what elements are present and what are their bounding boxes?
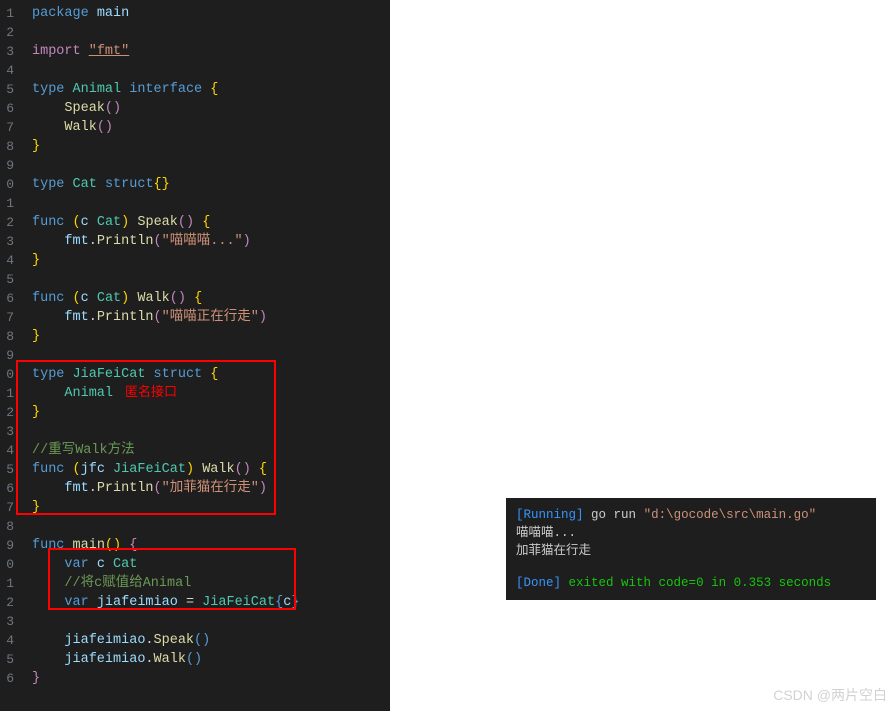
terminal-line: [Done] exited with code=0 in 0.353 secon… xyxy=(516,574,866,592)
code-line: } xyxy=(32,669,390,688)
code-editor-pane: 123456789012345678901234567890123456 pac… xyxy=(0,0,390,711)
line-number: 6 xyxy=(0,289,14,308)
code-line: func (jfc JiaFeiCat) Walk() { xyxy=(32,460,390,479)
terminal-line xyxy=(516,560,866,574)
line-number-gutter: 123456789012345678901234567890123456 xyxy=(0,0,20,711)
code-area[interactable]: package main import "fmt" type Animal in… xyxy=(20,0,390,711)
line-number: 8 xyxy=(0,327,14,346)
code-line: var jiafeimiao = JiaFeiCat{c} xyxy=(32,593,390,612)
line-number: 3 xyxy=(0,612,14,631)
code-line: Speak() xyxy=(32,99,390,118)
line-number: 5 xyxy=(0,650,14,669)
code-line: jiafeimiao.Speak() xyxy=(32,631,390,650)
line-number: 8 xyxy=(0,137,14,156)
terminal-line: 加菲猫在行走 xyxy=(516,542,866,560)
terminal-line: [Running] go run "d:\gocode\src\main.go" xyxy=(516,506,866,524)
code-line xyxy=(32,346,390,365)
line-number: 4 xyxy=(0,61,14,80)
code-line: } xyxy=(32,137,390,156)
code-line xyxy=(32,517,390,536)
code-line: } xyxy=(32,327,390,346)
line-number: 1 xyxy=(0,574,14,593)
terminal-output[interactable]: [Running] go run "d:\gocode\src\main.go"… xyxy=(506,498,876,600)
code-line xyxy=(32,612,390,631)
terminal-line: 喵喵喵... xyxy=(516,524,866,542)
line-number: 6 xyxy=(0,479,14,498)
code-line xyxy=(32,194,390,213)
line-number: 3 xyxy=(0,232,14,251)
line-number: 5 xyxy=(0,460,14,479)
code-line: } xyxy=(32,498,390,517)
code-line: var c Cat xyxy=(32,555,390,574)
line-number: 7 xyxy=(0,498,14,517)
code-line: type Cat struct{} xyxy=(32,175,390,194)
code-line: type Animal interface { xyxy=(32,80,390,99)
code-line: fmt.Println("加菲猫在行走") xyxy=(32,479,390,498)
code-line: jiafeimiao.Walk() xyxy=(32,650,390,669)
output-pane: [Running] go run "d:\gocode\src\main.go"… xyxy=(390,0,895,711)
line-number: 5 xyxy=(0,270,14,289)
line-number: 8 xyxy=(0,517,14,536)
code-line: //重写Walk方法 xyxy=(32,441,390,460)
code-line: fmt.Println("喵喵喵...") xyxy=(32,232,390,251)
line-number: 2 xyxy=(0,213,14,232)
code-line xyxy=(32,156,390,175)
watermark: CSDN @两片空白 xyxy=(773,685,887,705)
code-line: package main xyxy=(32,4,390,23)
line-number: 9 xyxy=(0,346,14,365)
code-line: Animal xyxy=(32,384,390,403)
code-line: type JiaFeiCat struct { xyxy=(32,365,390,384)
annotation-text-anon-interface: 匿名接口 xyxy=(125,382,177,401)
code-line: } xyxy=(32,403,390,422)
code-line xyxy=(32,23,390,42)
line-number: 2 xyxy=(0,23,14,42)
line-number: 4 xyxy=(0,441,14,460)
line-number: 7 xyxy=(0,118,14,137)
line-number: 0 xyxy=(0,555,14,574)
line-number: 0 xyxy=(0,365,14,384)
line-number: 2 xyxy=(0,403,14,422)
line-number: 3 xyxy=(0,422,14,441)
line-number: 4 xyxy=(0,631,14,650)
line-number: 6 xyxy=(0,669,14,688)
line-number: 1 xyxy=(0,384,14,403)
code-line xyxy=(32,422,390,441)
code-line: Walk() xyxy=(32,118,390,137)
code-line: func (c Cat) Speak() { xyxy=(32,213,390,232)
line-number: 4 xyxy=(0,251,14,270)
code-line xyxy=(32,270,390,289)
line-number: 5 xyxy=(0,80,14,99)
line-number: 9 xyxy=(0,156,14,175)
line-number: 9 xyxy=(0,536,14,555)
code-line xyxy=(32,61,390,80)
line-number: 1 xyxy=(0,194,14,213)
code-line: func main() { xyxy=(32,536,390,555)
line-number: 7 xyxy=(0,308,14,327)
line-number: 6 xyxy=(0,99,14,118)
code-line: import "fmt" xyxy=(32,42,390,61)
line-number: 1 xyxy=(0,4,14,23)
code-line: } xyxy=(32,251,390,270)
code-line: fmt.Println("喵喵正在行走") xyxy=(32,308,390,327)
line-number: 2 xyxy=(0,593,14,612)
code-line: //将c赋值给Animal xyxy=(32,574,390,593)
line-number: 3 xyxy=(0,42,14,61)
code-line: func (c Cat) Walk() { xyxy=(32,289,390,308)
line-number: 0 xyxy=(0,175,14,194)
